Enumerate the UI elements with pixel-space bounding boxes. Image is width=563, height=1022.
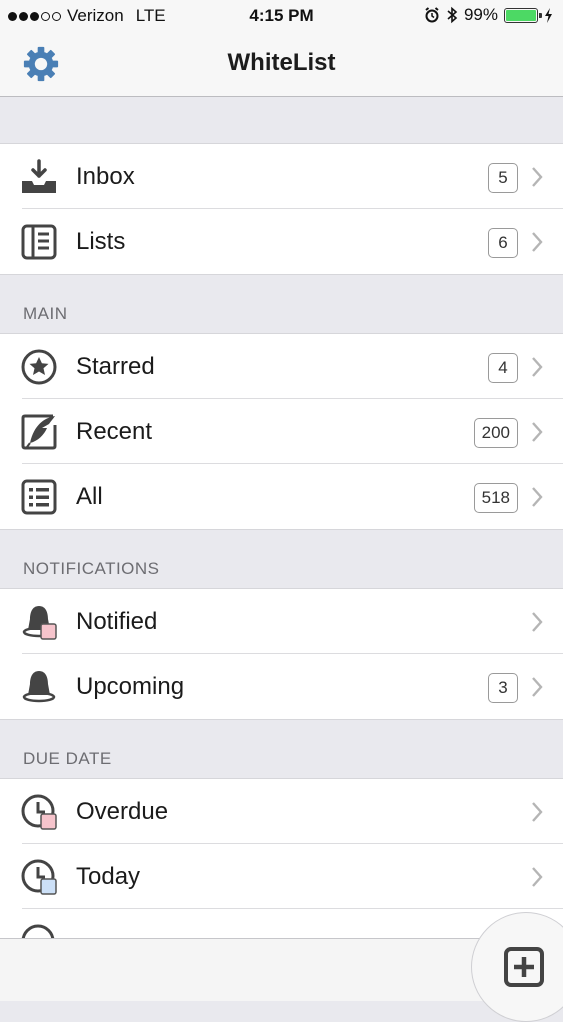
row-label: Notified <box>76 608 158 635</box>
menu-list: Inbox 5 Lists 6 MAIN Starred 4 Recent 20… <box>0 97 563 974</box>
page-title: WhiteList <box>227 49 336 76</box>
row-label: Overdue <box>76 798 169 825</box>
row-recent[interactable]: Recent 200 <box>0 399 563 464</box>
row-label: Lists <box>76 228 126 255</box>
row-notified[interactable]: Notified <box>0 589 563 654</box>
bell-red-icon <box>22 606 57 640</box>
clock-red-icon <box>21 794 57 830</box>
chevron-right-icon <box>532 487 543 507</box>
chevron-right-icon <box>532 357 543 377</box>
row-today[interactable]: Today <box>0 844 563 909</box>
row-overdue[interactable]: Overdue <box>0 779 563 844</box>
bluetooth-icon <box>447 6 458 24</box>
row-label: Inbox <box>76 163 135 190</box>
status-right: 99% <box>424 5 553 25</box>
chevron-right-icon <box>532 677 543 697</box>
navigation-bar: WhiteList <box>0 32 563 97</box>
row-inbox[interactable]: Inbox 5 <box>0 144 563 209</box>
count-badge: 518 <box>473 483 518 513</box>
section-header-main: MAIN <box>0 274 563 334</box>
battery-icon <box>504 7 542 23</box>
chevron-right-icon <box>532 867 543 887</box>
count-badge: 4 <box>488 353 518 383</box>
section-header-due-date: DUE DATE <box>0 719 563 779</box>
count-badge: 5 <box>488 163 518 193</box>
row-label: Starred <box>76 353 155 380</box>
count-badge: 3 <box>488 673 518 703</box>
list-all-icon <box>21 479 57 515</box>
add-button[interactable] <box>471 912 563 1022</box>
star-circle-icon <box>21 349 57 385</box>
chevron-right-icon <box>532 422 543 442</box>
row-label: Upcoming <box>76 673 185 700</box>
charging-bolt-icon <box>545 7 552 23</box>
alarm-icon <box>425 7 439 23</box>
row-lists[interactable]: Lists 6 <box>0 209 563 274</box>
chevron-right-icon <box>532 167 543 187</box>
lists-icon <box>21 224 57 260</box>
top-group: Inbox 5 Lists 6 <box>0 144 563 274</box>
status-bar: Verizon LTE 4:15 PM 99% <box>0 0 563 32</box>
main-group: Starred 4 Recent 200 All 518 <box>0 334 563 529</box>
count-badge: 200 <box>473 418 518 448</box>
count-badge: 6 <box>488 228 518 258</box>
row-label: Today <box>76 863 141 890</box>
row-label: All <box>76 483 103 510</box>
row-label: Recent <box>76 418 153 445</box>
inbox-tray-icon <box>22 159 56 193</box>
notifications-group: Notified Upcoming 3 <box>0 589 563 719</box>
chevron-right-icon <box>532 802 543 822</box>
clock-blue-icon <box>21 859 57 895</box>
chevron-right-icon <box>532 232 543 252</box>
bell-icon <box>22 671 56 703</box>
add-square-icon <box>504 947 544 987</box>
section-header-notifications: NOTIFICATIONS <box>0 529 563 589</box>
chevron-right-icon <box>532 612 543 632</box>
top-spacer <box>0 97 563 144</box>
row-upcoming[interactable]: Upcoming 3 <box>0 654 563 719</box>
quill-icon <box>21 414 57 450</box>
battery-percent: 99% <box>463 5 498 24</box>
row-all[interactable]: All 518 <box>0 464 563 529</box>
row-starred[interactable]: Starred 4 <box>0 334 563 399</box>
